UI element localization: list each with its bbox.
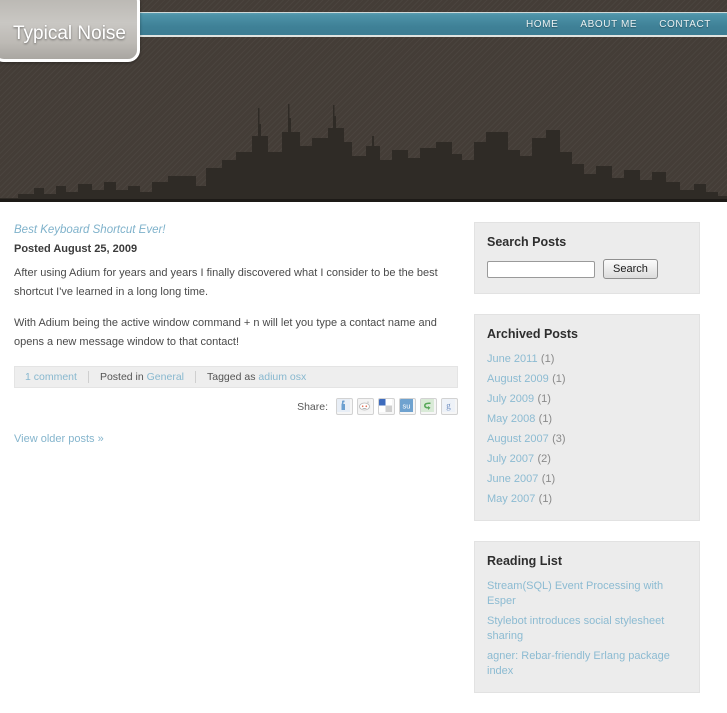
list-item: August 2007 (3) [487, 431, 687, 446]
archive-link[interactable]: May 2007 [487, 493, 535, 505]
list-item: Stylebot introduces social stylesheet sh… [487, 613, 687, 643]
post-date: Posted August 25, 2009 [14, 243, 138, 255]
archive-count: (2) [537, 453, 551, 465]
post-content-column: Best Keyboard Shortcut Ever! Posted Augu… [14, 224, 458, 445]
list-item: June 2007 (1) [487, 471, 687, 486]
page-body: Best Keyboard Shortcut Ever! Posted Augu… [0, 202, 727, 693]
archive-count: (1) [538, 413, 553, 425]
archives-widget-title: Archived Posts [487, 327, 579, 341]
archive-link[interactable]: June 2007 [487, 473, 538, 485]
archive-link[interactable]: August 2009 [487, 373, 549, 385]
post-title-link[interactable]: Best Keyboard Shortcut Ever! [14, 224, 458, 236]
sidebar: Search Posts Search Archived Posts June … [474, 222, 700, 713]
post-paragraph: With Adium being the active window comma… [14, 317, 437, 348]
share-label: Share: [297, 400, 328, 413]
tagged-as-label: Tagged as [207, 371, 256, 383]
facebook-icon[interactable] [336, 398, 353, 415]
search-input[interactable] [487, 260, 595, 278]
nav-item-contact[interactable]: CONTACT [659, 19, 711, 30]
nav-list: HOME ABOUT ME CONTACT [526, 13, 711, 35]
meta-divider [87, 371, 89, 383]
primary-nav-bar: HOME ABOUT ME CONTACT [133, 12, 727, 37]
list-item: July 2007 (2) [487, 451, 687, 466]
reddit-icon[interactable] [357, 398, 374, 415]
search-button[interactable]: Search [603, 259, 658, 279]
reading-list-widget: Reading List Stream(SQL) Event Processin… [474, 541, 700, 693]
reading-list-title: Reading List [487, 554, 563, 568]
stumbleupon-icon[interactable]: su [399, 398, 416, 415]
site-title-box[interactable]: Typical Noise [0, 0, 140, 62]
archive-link[interactable]: July 2007 [487, 453, 534, 465]
meta-divider [195, 371, 196, 383]
archive-count: (1) [541, 473, 556, 485]
svg-text:g: g [446, 401, 451, 411]
google-icon[interactable]: g [441, 398, 458, 415]
list-item: Stream(SQL) Event Processing with Esper [487, 578, 687, 608]
delicious-icon[interactable] [378, 398, 395, 415]
technorati-icon[interactable] [420, 398, 437, 415]
list-item: May 2008 (1) [487, 411, 687, 426]
list-item: agner: Rebar-friendly Erlang package ind… [487, 648, 687, 678]
archive-count: (1) [552, 373, 566, 385]
reading-list-link[interactable]: Stream(SQL) Event Processing with Esper [487, 580, 663, 607]
reading-list: Stream(SQL) Event Processing with Esper … [487, 578, 687, 678]
archive-count: (1) [538, 493, 553, 505]
archives-list: June 2011 (1) August 2009 (1) July 2009 … [487, 351, 687, 506]
archive-count: (1) [540, 353, 555, 365]
archive-link[interactable]: August 2007 [487, 433, 549, 445]
search-row: Search [487, 259, 687, 279]
reading-list-link[interactable]: agner: Rebar-friendly Erlang package ind… [487, 650, 670, 677]
search-widget-title: Search Posts [487, 235, 567, 249]
posted-in-label: Posted in [99, 371, 144, 383]
post-meta-bar: 1 comment Posted in General Tagged as ad… [14, 366, 458, 388]
comments-link[interactable]: 1 comment [25, 371, 77, 383]
reading-list-link[interactable]: Stylebot introduces social stylesheet sh… [487, 615, 664, 642]
search-posts-widget: Search Posts Search [474, 222, 700, 294]
archive-count: (1) [537, 393, 551, 405]
nav-item-home[interactable]: HOME [526, 19, 558, 30]
list-item: May 2007 (1) [487, 491, 687, 506]
nav-item-about-me[interactable]: ABOUT ME [580, 19, 637, 30]
city-skyline-graphic [0, 104, 727, 202]
view-older-posts-link[interactable]: View older posts » [14, 433, 104, 445]
archive-link[interactable]: May 2008 [487, 413, 535, 425]
site-title: Typical Noise [13, 23, 126, 44]
archive-link[interactable]: June 2011 [487, 353, 538, 365]
list-item: June 2011 (1) [487, 351, 687, 366]
list-item: August 2009 (1) [487, 371, 687, 386]
share-row: Share: su g [14, 398, 458, 415]
post-paragraph: After using Adium for years and years I … [14, 267, 438, 298]
archive-link[interactable]: July 2009 [487, 393, 534, 405]
tags-link[interactable]: adium osx [258, 371, 306, 383]
archived-posts-widget: Archived Posts June 2011 (1) August 2009… [474, 314, 700, 521]
category-link[interactable]: General [147, 371, 184, 383]
site-header: HOME ABOUT ME CONTACT Typical Noise [0, 0, 727, 202]
svg-text:su: su [403, 401, 411, 410]
list-item: July 2009 (1) [487, 391, 687, 406]
archive-count: (3) [552, 433, 566, 445]
